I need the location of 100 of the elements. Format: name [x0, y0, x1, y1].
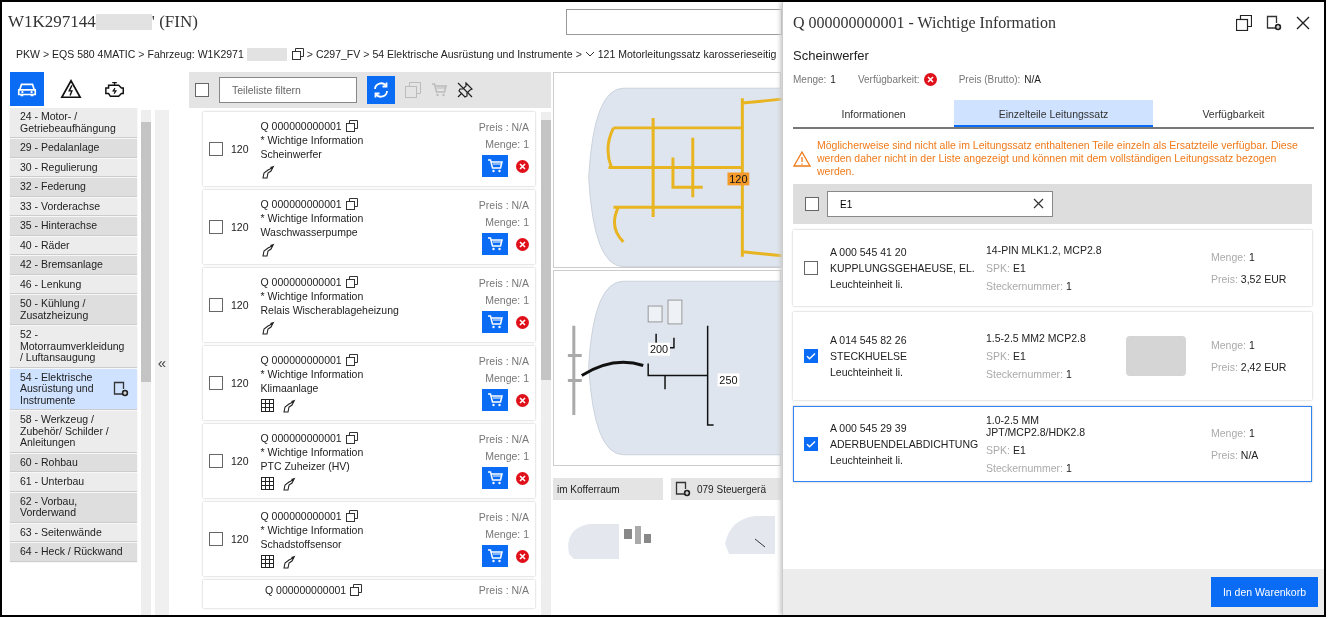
unpin-icon[interactable] [457, 82, 473, 98]
category-item[interactable]: 42 - Bremsanlage [10, 256, 137, 274]
category-item[interactable]: 60 - Rohbau [10, 453, 137, 471]
position-number: 120 [231, 299, 249, 311]
cart-icon[interactable] [487, 237, 503, 251]
copy-icon[interactable] [1236, 15, 1252, 31]
category-item[interactable]: 52 - Motorraumverkleidung / Luftansaugung [10, 326, 137, 367]
checkbox[interactable] [209, 298, 223, 312]
hand-icon[interactable] [281, 476, 296, 491]
category-item[interactable]: 33 - Vorderachse [10, 197, 137, 215]
category-item[interactable]: 50 - Kühlung / Zusatzheizung [10, 295, 137, 324]
category-item[interactable]: 40 - Räder [10, 236, 137, 254]
add-to-cart-button[interactable] [482, 467, 508, 489]
scrollbar[interactable] [141, 110, 151, 615]
category-item[interactable]: 64 - Heck / Rückwand [10, 543, 137, 561]
clear-icon[interactable] [1033, 198, 1044, 209]
part-name: ADERBUENDELABDICHTUNG [830, 438, 980, 450]
scrollbar[interactable] [541, 112, 551, 615]
breadcrumb-link[interactable]: Fahrzeug: W1K2971 [147, 48, 244, 60]
checkbox[interactable] [209, 532, 223, 546]
category-item[interactable]: 30 - Regulierung [10, 158, 137, 176]
checkbox[interactable] [804, 437, 818, 451]
category-label: 32 - Federung [20, 181, 86, 193]
document-add-icon[interactable] [675, 481, 691, 497]
image-tab[interactable]: im Kofferraum [553, 478, 663, 500]
refresh-button[interactable] [367, 76, 395, 104]
checkbox[interactable] [195, 83, 209, 97]
cart-icon[interactable] [487, 471, 503, 485]
breadcrumb-link[interactable]: 121 Motorleitungssatz karosserieseitig [597, 48, 777, 60]
checkbox[interactable] [209, 142, 223, 156]
checkbox[interactable] [209, 376, 223, 390]
document-add-icon[interactable] [113, 380, 129, 397]
add-to-cart-button[interactable] [482, 311, 508, 333]
add-to-cart-button[interactable] [482, 545, 508, 567]
image-tab[interactable]: 079 Steuergerä [671, 478, 781, 500]
price-value: N/A [1024, 74, 1041, 85]
checkbox[interactable] [804, 349, 818, 363]
copy-icon[interactable] [345, 509, 358, 522]
copy-icon[interactable] [345, 275, 358, 288]
document-add-icon[interactable] [1266, 15, 1282, 31]
callout-label[interactable]: 250 [717, 373, 740, 387]
checkbox[interactable] [209, 454, 223, 468]
filter-field[interactable]: Teileliste filtern [219, 77, 357, 103]
copy-icon[interactable] [345, 197, 358, 210]
part-card[interactable]: A 000 545 29 39 ADERBUENDELABDICHTUNG Leuchteinheit li. 1.0-2.5 MM JPT/MCP2.8/HDK2.8 SPK: E1 Steckernummer: 1 Menge: 1 Preis: N/A [793, 406, 1312, 482]
part-card[interactable]: A 014 545 82 26 STECKHUELSE Leuchteinheit li. 1.5-2.5 MM2 MCP2.8 SPK: E1 Steckernummer: 1 Menge: 1 Preis: 2,42 EUR [793, 312, 1312, 400]
callout-label[interactable]: 120 [727, 172, 750, 186]
cart-icon[interactable] [487, 549, 503, 563]
image-tab-label: 079 Steuergerä [697, 483, 766, 495]
chevron-down-icon[interactable] [584, 51, 595, 57]
search-field[interactable] [566, 9, 782, 35]
copy-icon[interactable] [345, 431, 358, 444]
table-icon[interactable] [260, 554, 274, 568]
breadcrumb-link[interactable]: PKW [16, 48, 40, 60]
table-icon[interactable] [260, 476, 274, 490]
collapse-button[interactable]: « [157, 354, 167, 371]
checkbox[interactable] [805, 197, 819, 211]
image-tab-label: im Kofferraum [557, 483, 620, 495]
category-item[interactable]: 32 - Federung [10, 178, 137, 196]
location-label: Leuchteinheit li. [830, 278, 904, 290]
category-item[interactable]: 35 - Hinterachse [10, 217, 137, 235]
copy-icon[interactable] [350, 584, 363, 596]
copy-icon[interactable] [291, 48, 304, 60]
cart-icon[interactable] [487, 393, 503, 407]
tab[interactable]: Verfügbarkeit [1152, 100, 1314, 127]
part-number: A 000 545 41 20 [830, 246, 908, 258]
hand-icon[interactable] [281, 554, 296, 569]
add-to-cart-button[interactable]: In den Warenkorb [1210, 577, 1318, 607]
category-item[interactable]: 24 - Motor- / Getriebeaufhängung [10, 108, 137, 137]
add-to-cart-button[interactable] [482, 389, 508, 411]
cart-icon[interactable] [487, 159, 503, 173]
category-item[interactable]: 46 - Lenkung [10, 275, 137, 293]
connector-number-label: Steckernummer: [986, 462, 1064, 474]
table-icon[interactable] [260, 398, 274, 412]
part-card[interactable]: A 000 545 41 20 KUPPLUNGSGEHAEUSE, EL. Leuchteinheit li. 14-PIN MLK1.2, MCP2.8 SPK: E1 Steckernummer: 1 Menge: 1 Preis: 3,52 EUR [793, 230, 1312, 306]
close-icon[interactable] [1296, 16, 1310, 30]
hand-icon[interactable] [260, 320, 275, 335]
category-item[interactable]: 61 - Unterbau [10, 473, 137, 491]
hand-icon[interactable] [260, 242, 275, 257]
category-item[interactable]: 63 - Seitenwände [10, 523, 137, 541]
category-item[interactable]: 29 - Pedalanlage [10, 139, 137, 157]
copy-icon[interactable] [345, 353, 358, 366]
category-item[interactable]: 54 - Elektrische Ausrüstung und Instrumente [10, 368, 137, 409]
cart-icon[interactable] [487, 315, 503, 329]
checkbox[interactable] [804, 261, 818, 275]
hand-icon[interactable] [281, 398, 296, 413]
filter-field[interactable]: E1 [827, 191, 1053, 217]
add-to-cart-button[interactable] [482, 155, 508, 177]
tab[interactable]: Informationen [793, 100, 955, 127]
breadcrumb-link[interactable]: C297_FV [315, 48, 361, 60]
breadcrumb-link[interactable]: 54 Elektrische Ausrüstung und Instrumente [372, 48, 573, 60]
copy-icon[interactable] [345, 119, 358, 132]
hand-icon[interactable] [260, 164, 275, 179]
category-item[interactable]: 62 - Vorbau, Vorderwand [10, 492, 137, 522]
add-to-cart-button[interactable] [482, 233, 508, 255]
category-item[interactable]: 58 - Werkzeug / Zubehör/ Schilder / Anleitungen [10, 411, 137, 452]
checkbox[interactable] [209, 220, 223, 234]
price-label: Preis: [1211, 361, 1238, 373]
tab[interactable]: Einzelteile Leitungssatz [954, 100, 1153, 127]
breadcrumb-link[interactable]: EQS 580 4MATIC [52, 48, 136, 60]
